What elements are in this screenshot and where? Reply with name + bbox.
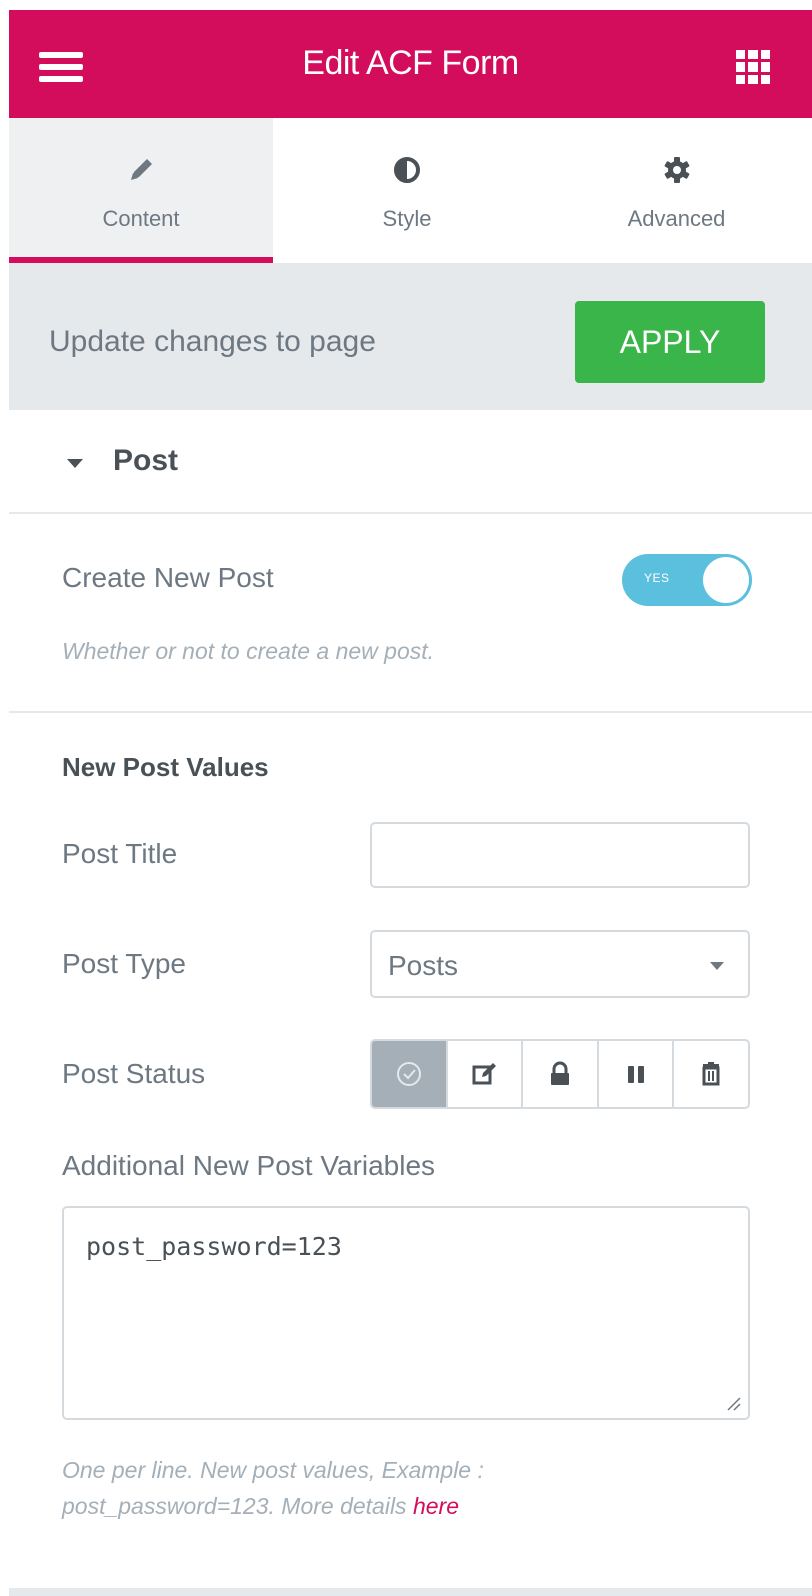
lock-icon	[550, 1061, 569, 1085]
tab-label-style: Style	[382, 206, 432, 231]
check-circle-icon	[396, 1062, 421, 1086]
post-type-value: Posts	[388, 950, 459, 981]
status-trash-option[interactable]	[674, 1041, 748, 1107]
chevron-down-icon	[710, 962, 724, 970]
status-private-option[interactable]	[523, 1041, 599, 1107]
toggle-knob	[703, 557, 749, 603]
create-new-post-label: Create New Post	[62, 562, 274, 593]
tab-content[interactable]: Content	[9, 118, 273, 263]
apply-button[interactable]: APPLY	[575, 301, 765, 383]
divider	[9, 711, 812, 713]
tab-label-advanced: Advanced	[627, 206, 726, 231]
caret-down-icon	[67, 459, 83, 468]
bottom-border	[9, 1588, 812, 1596]
pencil-icon	[131, 159, 152, 180]
tab-style[interactable]: Style	[273, 118, 541, 263]
status-publish-option[interactable]	[372, 1041, 448, 1107]
create-new-post-toggle[interactable]: YES	[622, 554, 752, 606]
additional-vars-textarea[interactable]: post_password=123	[62, 1206, 750, 1420]
post-title-label: Post Title	[62, 838, 178, 869]
post-type-select[interactable]: Posts	[370, 930, 750, 998]
tab-bar: Content Style Advanced	[9, 118, 812, 263]
post-type-label: Post Type	[62, 948, 187, 979]
status-draft-option[interactable]	[448, 1041, 524, 1107]
here-link[interactable]: here	[413, 1493, 459, 1519]
trash-icon	[702, 1062, 720, 1086]
pause-icon	[627, 1066, 644, 1083]
status-pending-option[interactable]	[599, 1041, 675, 1107]
create-new-post-description: Whether or not to create a new post.	[62, 638, 435, 664]
apply-text: Update changes to page	[49, 325, 376, 358]
resize-handle-icon[interactable]	[724, 1394, 742, 1412]
tab-advanced[interactable]: Advanced	[541, 118, 812, 263]
header-title: Edit ACF Form	[302, 44, 519, 82]
panel-header: Edit ACF Form	[9, 10, 812, 118]
edit-icon	[472, 1063, 497, 1085]
toggle-text: YES	[644, 571, 670, 585]
textarea-value: post_password=123	[86, 1232, 342, 1261]
section-header-post[interactable]: Post	[9, 410, 812, 514]
tab-label-content: Content	[102, 206, 180, 231]
post-title-input[interactable]	[370, 822, 750, 888]
additional-vars-label: Additional New Post Variables	[62, 1150, 436, 1181]
half-circle-icon	[394, 157, 420, 183]
apply-bar: Update changes to page APPLY	[9, 263, 812, 410]
post-status-choices	[370, 1039, 750, 1109]
gear-icon	[664, 157, 689, 183]
post-status-label: Post Status	[62, 1058, 206, 1089]
additional-vars-description: One per line. New post values, Example :…	[62, 1452, 662, 1524]
section-title: Post	[113, 444, 179, 477]
new-post-values-heading: New Post Values	[62, 752, 269, 782]
top-strip	[0, 0, 812, 10]
grid-icon[interactable]	[736, 50, 770, 84]
